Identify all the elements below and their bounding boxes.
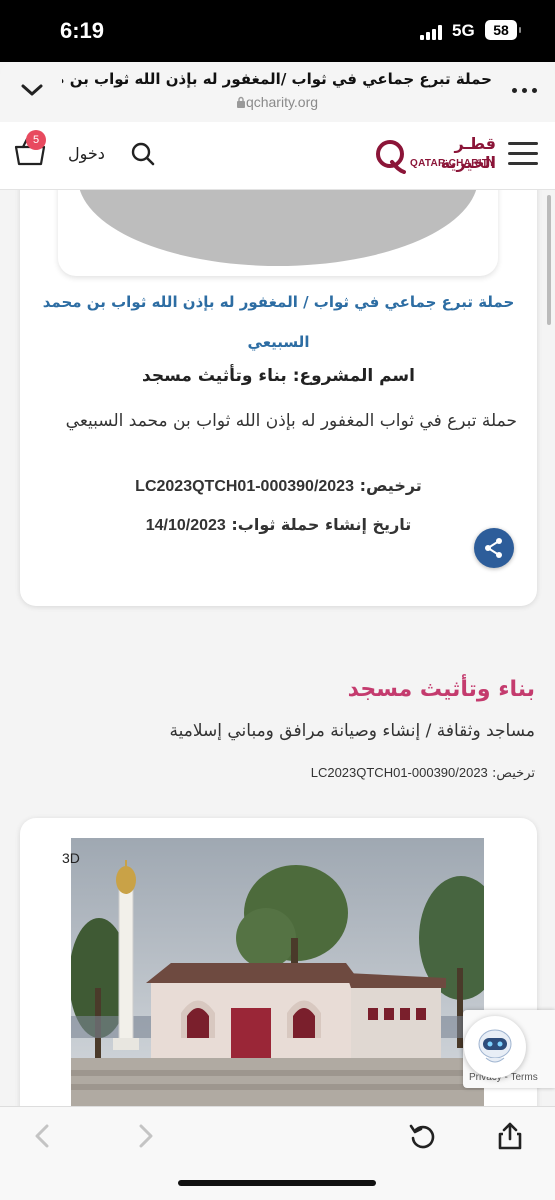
license-value: LC2023QTCH01-000390/2023 [135,478,354,495]
project-section-title: بناء وتأثيث مسجد [347,677,535,702]
project-image-card[interactable]: 3D [20,818,537,1106]
more-icon[interactable] [510,88,540,96]
scrollbar[interactable] [547,195,551,325]
logo-mark-icon [376,140,406,174]
signal-icon [420,24,444,40]
hamburger-icon[interactable] [508,142,538,166]
status-time: 6:19 [60,18,105,43]
3d-badge: 3D [62,850,80,866]
page: 6:19 5G 58 حملة تبرع جماعي في ثواب /المغ… [0,0,555,1200]
project-name-row: اسم المشروع: بناء وتأثيث مسجد [60,366,497,386]
chevron-right-icon[interactable] [130,1121,160,1151]
share-icon [485,538,502,558]
project-name-label: اسم المشروع: [292,366,415,386]
license-row: ترخيص: LC2023QTCH01-000390/2023 [60,476,497,496]
home-indicator[interactable] [178,1180,376,1186]
creation-date-value: 14/10/2023 [145,517,226,534]
network-type: 5G [452,21,475,40]
reload-icon[interactable] [407,1121,437,1151]
browser-url-bar[interactable]: حملة تبرع جماعي في ثواب /المغفور له بإذن… [0,62,555,122]
share-button[interactable] [474,528,514,568]
page-title: حملة تبرع جماعي في ثواب /المغفور له بإذن… [62,70,492,88]
site-header: 5 دخول قطـر الخيرية QATAR CHARITY [0,122,555,190]
qatar-charity-logo[interactable]: قطـر الخيرية QATAR CHARITY [372,134,496,178]
project-license-label: ترخيص: [491,766,535,781]
project-license: ترخيص: LC2023QTCH01-000390/2023 [20,765,535,781]
license-label: ترخيص: [359,476,422,495]
mosque-3d-image [71,838,484,1106]
robot-icon [478,1029,512,1063]
creation-date-label: تاريخ إنشاء حملة ثواب: [231,515,412,534]
login-link[interactable]: دخول [68,144,105,163]
chevron-left-icon[interactable] [28,1121,58,1151]
campaign-image [78,190,478,266]
campaign-card: حملة تبرع جماعي في ثواب / المغفور له بإذ… [20,190,537,606]
campaign-title-link[interactable]: حملة تبرع جماعي في ثواب / المغفور له بإذ… [40,282,517,362]
search-icon[interactable] [130,141,156,167]
chevron-down-icon[interactable] [20,78,44,102]
main-content: حملة تبرع جماعي في ثواب / المغفور له بإذ… [0,190,555,1106]
cart-count-badge: 5 [26,130,46,150]
url-domain[interactable]: qcharity.org [62,94,492,110]
campaign-description: حملة تبرع في ثواب المغفور له بإذن الله ث… [65,411,517,431]
domain-text: qcharity.org [245,94,319,110]
campaign-image-frame [58,190,498,276]
project-license-value: LC2023QTCH01-000390/2023 [310,765,488,780]
status-bar: 6:19 5G 58 [0,0,555,62]
logo-english-text: QATAR CHARITY [410,158,496,169]
project-name-value: بناء وتأثيث مسجد [142,366,287,386]
chatbot-icon[interactable] [464,1016,526,1078]
creation-date-row: تاريخ إنشاء حملة ثواب: 14/10/2023 [60,515,497,535]
battery-icon: 58 [485,20,521,40]
lock-icon [236,96,245,108]
share-icon[interactable] [495,1121,525,1151]
project-category: مساجد وثقافة / إنشاء وصيانة مرافق ومباني… [169,721,536,741]
